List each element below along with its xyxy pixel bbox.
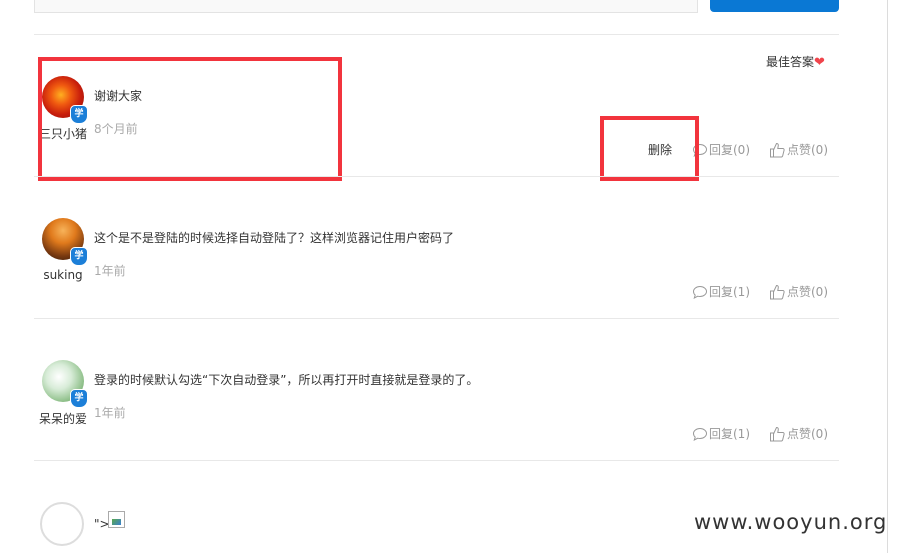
best-answer-text: 最佳答案 xyxy=(766,55,815,69)
avatar-image xyxy=(40,502,84,546)
speech-bubble-icon xyxy=(692,285,708,299)
like-label: 点赞(0) xyxy=(787,427,828,441)
username[interactable]: 呆呆的爱 xyxy=(28,410,98,427)
comment-time: 1年前 xyxy=(94,406,126,420)
reply-button[interactable]: 回复(0) xyxy=(692,141,750,158)
reply-button[interactable]: 回复(1) xyxy=(692,283,750,300)
student-badge-icon: 学 xyxy=(70,247,88,266)
divider xyxy=(34,34,839,35)
reply-label: 回复(0) xyxy=(709,143,750,157)
answer-list-page: 最佳答案❤ 学 三只小猪 谢谢大家 8个月前 删除 回复(0) 点赞(0) 学 … xyxy=(0,0,899,553)
highlight-box-user xyxy=(38,57,342,181)
like-label: 点赞(0) xyxy=(787,285,828,299)
thumbs-up-icon xyxy=(770,142,785,158)
divider xyxy=(34,318,839,319)
divider xyxy=(34,176,839,177)
comment-text: 登录的时候默认勾选“下次自动登录”，所以再打开时直接就是登录的了。 xyxy=(94,373,479,387)
thumbs-up-icon xyxy=(770,284,785,300)
like-button[interactable]: 点赞(0) xyxy=(769,283,828,300)
comment-text: 这个是不是登陆的时候选择自动登陆了？这样浏览器记住用户密码了 xyxy=(94,231,455,245)
thumbs-up-icon xyxy=(770,426,785,442)
divider xyxy=(34,460,839,461)
answer-input[interactable] xyxy=(34,0,698,13)
heart-icon: ❤ xyxy=(814,55,825,70)
student-badge-icon: 学 xyxy=(70,389,88,408)
avatar[interactable]: 学 xyxy=(42,218,88,266)
reply-label: 回复(1) xyxy=(709,285,750,299)
like-button[interactable]: 点赞(0) xyxy=(769,425,828,442)
reply-button[interactable]: 回复(1) xyxy=(692,425,750,442)
watermark: www.wooyun.org xyxy=(694,510,888,534)
speech-bubble-icon xyxy=(692,427,708,441)
avatar[interactable]: 学 xyxy=(42,360,88,408)
username[interactable]: suking xyxy=(28,268,98,282)
broken-image-icon xyxy=(108,511,125,528)
best-answer-label: 最佳答案❤ xyxy=(766,53,825,70)
avatar[interactable] xyxy=(40,502,84,546)
like-button[interactable]: 点赞(0) xyxy=(769,141,828,158)
highlight-box-delete xyxy=(600,116,699,181)
reply-label: 回复(1) xyxy=(709,427,750,441)
submit-answer-button[interactable] xyxy=(710,0,839,12)
page-right-border xyxy=(887,0,888,553)
comment-time: 1年前 xyxy=(94,264,126,278)
like-label: 点赞(0) xyxy=(787,143,828,157)
